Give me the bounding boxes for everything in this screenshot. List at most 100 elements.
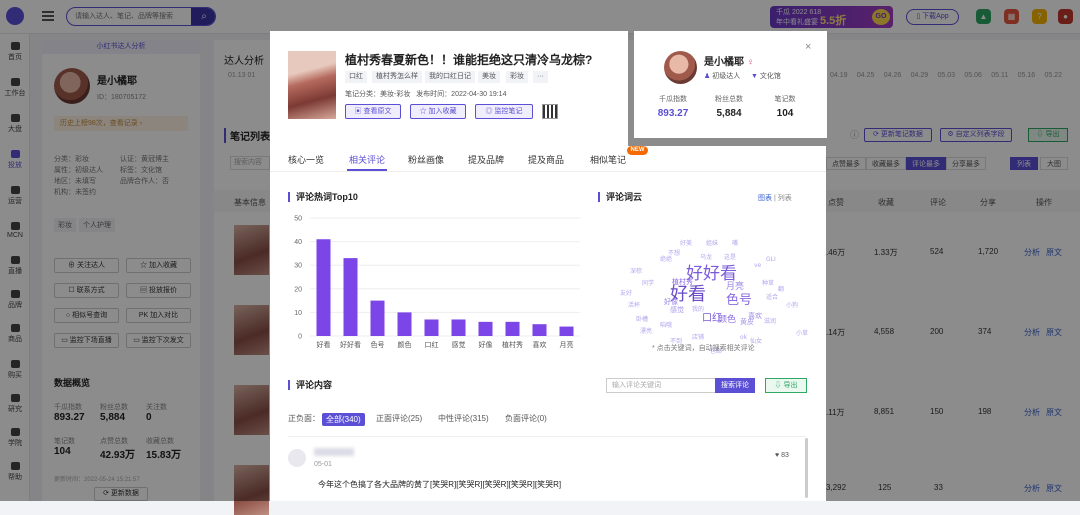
view-original-button[interactable]: ▣ 查看原文 [345,104,401,119]
cloud-word[interactable]: 小狗 [786,300,798,309]
add-favorite-button[interactable]: ☆ 加入收藏 [410,104,466,119]
badge-icon: ▼ [751,73,758,80]
note-tag[interactable]: 口红 [345,71,367,83]
note-card: 植村秀春夏新色！！谁能拒绝这只清冷乌龙棕? 口红 植村秀怎么样 我的口红日记 美… [270,31,628,146]
cloud-word[interactable]: 植村秀 [672,277,693,287]
cloud-word[interactable]: 我的 [692,304,704,313]
note-tag[interactable]: 植村秀怎么样 [372,71,422,83]
bar-颜色[interactable] [397,312,412,336]
cloud-word[interactable]: 小草 [796,328,808,337]
wordcloud-title: 评论词云 [598,192,642,202]
bar-好看[interactable] [316,239,331,336]
author-avatar[interactable] [664,51,697,84]
comment-date: 05-01 [314,461,332,468]
note-cover-image [288,51,336,119]
comment-search-button[interactable]: 搜索评论 [715,378,755,393]
y-tick-label: 0 [298,334,302,341]
cloud-word[interactable]: 月亮 [726,279,744,292]
note-meta: 笔记分类：美妆-彩妆 发布时间：2022-04-30 19:14 [345,89,506,99]
new-badge: NEW [627,146,648,155]
author-name[interactable]: 是小橘耶 ♀ [704,53,754,68]
cloud-word[interactable]: 咱哦 [660,320,672,329]
bar-植村秀[interactable] [505,321,520,336]
bar-喜欢[interactable] [532,324,547,336]
author-level: ♟ 初级达人 [704,73,741,80]
x-tick-label: 感觉 [452,340,466,349]
cloud-word[interactable]: GLI [766,256,776,263]
cloud-word[interactable]: 适合 [766,292,778,301]
tab-comments[interactable]: 相关评论 [349,153,385,166]
cloud-word[interactable]: 滋润 [764,316,776,325]
cloud-word[interactable]: 卧槽 [636,314,648,323]
filter-all[interactable]: 全部(340) [322,413,365,426]
qr-code-icon[interactable] [542,104,558,119]
comments-export-button[interactable]: ⇩ 导出 [765,378,807,393]
view-separator: | [773,195,776,202]
y-tick-label: 50 [294,216,302,223]
cloud-word[interactable]: 乌龙 [700,252,712,261]
x-tick-label: 植村秀 [502,340,523,349]
filter-negative[interactable]: 负面评论(0) [505,413,547,424]
close-icon[interactable]: × [805,41,811,53]
cloud-word[interactable]: 颜色 [718,312,736,325]
cloud-word[interactable]: ok [740,334,747,341]
cloud-word[interactable]: 友好 [620,288,632,297]
list-view-link[interactable]: 列表 [778,195,792,202]
tab-similar[interactable]: 相似笔记 [590,153,626,166]
x-tick-label: 好好看 [340,340,361,349]
author-fans-value: 5,884 [716,108,742,119]
bar-口红[interactable] [424,319,439,336]
tab-overview[interactable]: 核心一览 [288,153,324,166]
cloud-word[interactable]: 同学 [642,278,654,287]
cloud-word[interactable]: 嘴 [732,238,738,247]
cloud-word[interactable]: 翻 [778,284,784,293]
bar-色号[interactable] [370,300,385,336]
tab-fans[interactable]: 粉丝画像 [408,153,444,166]
cloud-word[interactable]: 漂亮 [640,326,652,335]
note-tag[interactable]: 美妆 [478,71,500,83]
note-published: 发布时间：2022-04-30 19:14 [416,91,507,98]
cloud-word[interactable]: 不想 [668,248,680,257]
cloud-view-switch: 图表 | 列表 [758,193,792,203]
commenter-name-blurred [314,448,354,456]
cloud-word[interactable]: 黄皮 [740,317,754,327]
comment-search-input[interactable]: 输入评论关键词 [606,378,716,393]
author-index-value: 893.27 [657,108,689,119]
tab-products[interactable]: 提及商品 [528,153,564,166]
cloud-word[interactable]: 种草 [762,278,774,287]
hotwords-bar-chart: 0 10 20 30 40 50 好看 好好看 色号 颜色 口红 感觉 好像 植村秀 喜欢 月亮 [294,216,580,349]
cloud-word[interactable]: 深棕 [630,266,642,275]
bar-感觉[interactable] [451,319,466,336]
cloud-word[interactable]: 这是 [724,252,736,261]
cloud-word[interactable]: 店铺 [692,332,704,341]
filter-neutral[interactable]: 中性评论(315) [438,413,489,424]
chart-view-link[interactable]: 图表 [758,195,772,202]
cloud-word[interactable]: ve [754,262,761,269]
hotwords-title: 评论热词Top10 [288,192,358,202]
cloud-word[interactable]: 姐妹 [706,238,718,247]
commenter-avatar [288,449,306,467]
author-stat-label: 笔记数 [774,96,796,103]
comments-scrollbar[interactable] [805,438,808,498]
cloud-word[interactable]: 好美 [680,238,692,247]
cloud-word[interactable]: 感觉 [670,305,684,315]
cloud-word[interactable]: 活杯 [628,300,640,309]
author-notes-value: 104 [776,108,794,119]
author-tag: ▼ 文化馆 [751,73,781,80]
bar-好好看[interactable] [343,258,358,336]
comment-text: 今年这个色搞了各大品牌的黄了[笑哭R][笑哭R][笑哭R][笑哭R][笑哭R] [318,480,562,489]
bar-月亮[interactable] [559,326,574,336]
bar-好像[interactable] [478,321,493,336]
sentiment-label: 正负面： [288,414,320,423]
note-tag-more[interactable]: ··· [533,71,548,83]
monitor-note-button[interactable]: ◎ 监控笔记 [475,104,533,119]
comment-likes: ♥ 83 [775,452,789,459]
heart-icon: ♥ [775,452,780,459]
note-tag[interactable]: 我的口红日记 [425,71,475,83]
filter-positive[interactable]: 正面评论(25) [376,413,422,424]
tab-brands[interactable]: 提及品牌 [468,153,504,166]
note-title: 植村秀春夏新色！！谁能拒绝这只清冷乌龙棕? [345,53,593,67]
note-tag[interactable]: 彩妆 [506,71,528,83]
x-tick-label: 颜色 [398,340,412,349]
x-tick-label: 月亮 [560,340,574,349]
